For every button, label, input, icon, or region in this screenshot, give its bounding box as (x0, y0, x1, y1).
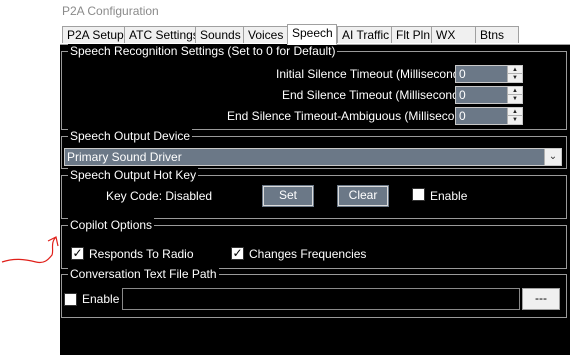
initial-silence-value[interactable]: 0 (459, 67, 466, 81)
conversation-enable-checkbox[interactable] (64, 293, 77, 306)
tab-btns[interactable]: Btns (475, 26, 519, 43)
responds-to-radio-label: Responds To Radio (89, 247, 194, 261)
clear-button[interactable]: Clear (337, 185, 389, 207)
annotation-arrow (1, 236, 59, 264)
initial-silence-label: Initial Silence Timeout (Milliseconds) (276, 67, 470, 81)
responds-to-radio-checkbox[interactable]: ✓ (71, 247, 84, 260)
window-title: P2A Configuration (62, 4, 159, 18)
ambiguous-silence-value[interactable]: 0 (459, 109, 466, 123)
changes-frequencies-label: Changes Frequencies (249, 247, 367, 261)
tab-flt-pln[interactable]: Flt Pln (391, 26, 432, 43)
tab-strip: P2A Setup ATC Settings Sounds Voices Spe… (60, 24, 570, 45)
hotkey-enable-label: Enable (430, 189, 468, 203)
ambiguous-silence-spinner[interactable]: 0 ▲ ▼ (455, 107, 523, 125)
ambiguous-silence-label: End Silence Timeout-Ambiguous (Milliseco… (227, 109, 478, 123)
tab-voices[interactable]: Voices (243, 26, 288, 43)
conversation-path-input[interactable] (122, 288, 520, 310)
tab-atc-settings[interactable]: ATC Settings (124, 26, 199, 43)
end-silence-value[interactable]: 0 (459, 88, 466, 102)
browse-button[interactable]: --- (522, 288, 560, 310)
changes-frequencies-checkbox[interactable]: ✓ (231, 247, 244, 260)
hotkey-enable-checkbox[interactable] (412, 188, 425, 201)
tab-p2a-setup[interactable]: P2A Setup (62, 26, 125, 43)
spin-down-icon[interactable]: ▼ (508, 74, 522, 82)
end-silence-label: End Silence Timeout (Milliseconds) (282, 88, 469, 102)
spin-up-icon[interactable]: ▲ (508, 66, 522, 74)
spin-down-icon[interactable]: ▼ (508, 116, 522, 124)
spin-up-icon[interactable]: ▲ (508, 108, 522, 116)
speech-output-device-title: Speech Output Device (68, 129, 193, 143)
chevron-down-icon[interactable]: ⌄ (544, 149, 561, 165)
conversation-enable-label: Enable (82, 292, 120, 306)
key-code-label: Key Code: Disabled (106, 189, 213, 203)
set-button[interactable]: Set (262, 185, 314, 207)
speech-recognition-title: Speech Recognition Settings (Set to 0 fo… (68, 44, 338, 58)
end-silence-spinner[interactable]: 0 ▲ ▼ (455, 86, 523, 104)
title-bar: P2A Configuration (0, 0, 570, 24)
initial-silence-spinner[interactable]: 0 ▲ ▼ (455, 65, 523, 83)
tab-wx[interactable]: WX (431, 26, 476, 43)
speech-panel: Speech Recognition Settings (Set to 0 fo… (60, 44, 570, 355)
output-device-value[interactable]: Primary Sound Driver (67, 150, 182, 164)
spin-up-icon[interactable]: ▲ (508, 87, 522, 95)
conversation-title: Conversation Text File Path (68, 267, 219, 281)
tab-ai-traffic[interactable]: AI Traffic (337, 26, 392, 43)
tab-sounds[interactable]: Sounds (195, 26, 244, 43)
copilot-title: Copilot Options (68, 218, 155, 232)
hotkey-title: Speech Output Hot Key (68, 168, 199, 182)
spin-down-icon[interactable]: ▼ (508, 95, 522, 103)
output-device-select[interactable]: Primary Sound Driver ⌄ (64, 148, 562, 166)
tab-speech[interactable]: Speech (287, 24, 337, 45)
